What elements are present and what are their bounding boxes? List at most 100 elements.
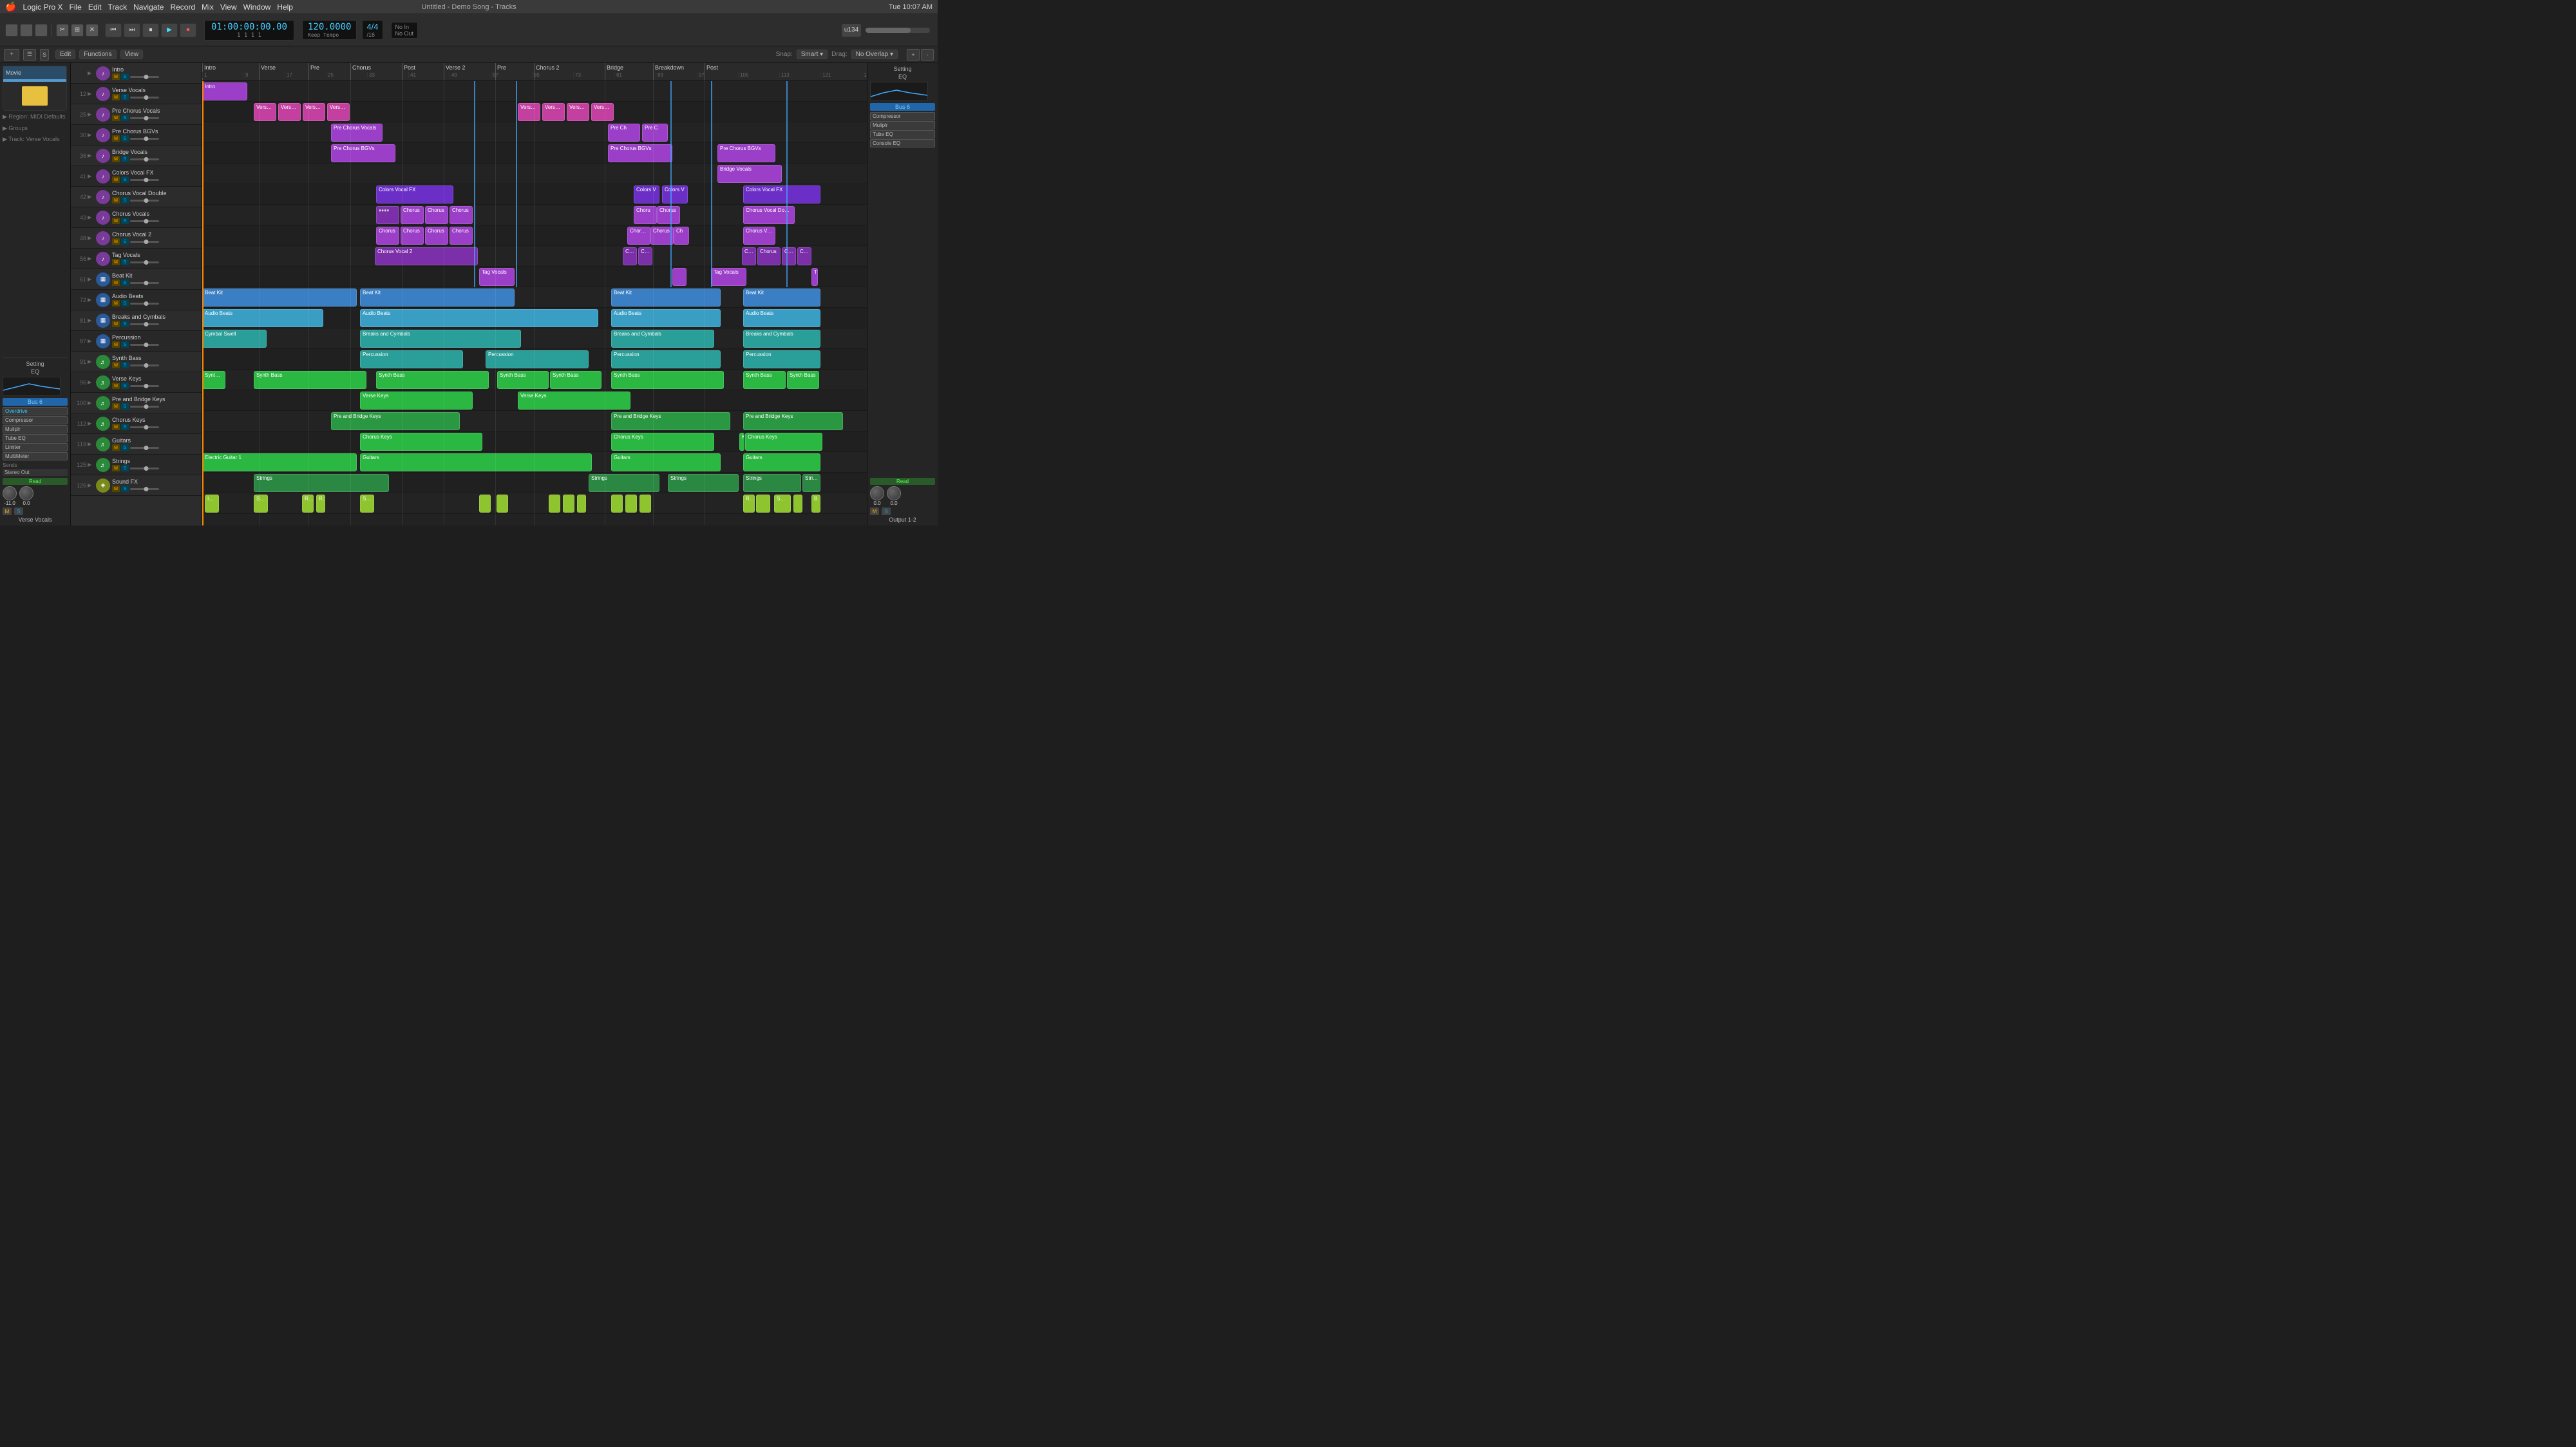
track-header-row[interactable]: 43▶♪Chorus VocalsMS xyxy=(71,207,202,228)
audio-region[interactable]: Chorus xyxy=(425,206,448,224)
toolbar-icon-6[interactable]: ✕ xyxy=(86,24,99,37)
track-header-row[interactable]: 112▶♬Chorus KeysMS xyxy=(71,413,202,434)
volume-fader[interactable] xyxy=(130,488,159,490)
bridge-vocals-region[interactable]: Bridge Vocals xyxy=(717,165,782,183)
audio-region[interactable]: Chorus xyxy=(425,227,448,245)
track-expand-arrow[interactable]: ▶ xyxy=(88,421,94,426)
volume-fader[interactable] xyxy=(130,344,159,346)
audio-region[interactable] xyxy=(625,495,637,513)
audio-region[interactable]: Chor xyxy=(638,247,652,265)
volume-fader[interactable] xyxy=(130,385,159,387)
solo-button[interactable]: S xyxy=(121,424,129,430)
audio-region[interactable]: Pre Chorus BGVs xyxy=(608,144,672,162)
volume-fader[interactable] xyxy=(130,97,159,99)
audio-region[interactable]: Verse Vo xyxy=(542,103,565,121)
setting-label-right[interactable]: Setting xyxy=(870,66,935,72)
audio-region[interactable]: Strings xyxy=(668,474,739,492)
mute-button[interactable]: M xyxy=(112,321,120,327)
mute-button[interactable]: M xyxy=(112,176,120,183)
audio-region[interactable]: Chor xyxy=(742,247,756,265)
track-expand-arrow[interactable]: ▶ xyxy=(88,317,94,323)
audio-region[interactable]: Percussion xyxy=(486,350,589,368)
audio-region[interactable]: Chorus Keys xyxy=(611,433,714,451)
volume-fader[interactable] xyxy=(130,76,159,78)
audio-region[interactable]: Synth Bass xyxy=(743,371,786,389)
audio-region[interactable]: Breaks and Cymbals xyxy=(743,330,820,348)
volume-fader[interactable] xyxy=(130,406,159,408)
volume-fader[interactable] xyxy=(130,282,159,284)
solo-button[interactable]: S xyxy=(121,94,129,100)
solo-button[interactable]: S xyxy=(121,176,129,183)
track-header-row[interactable]: 61▶▦Beat KitMS xyxy=(71,269,202,290)
menu-record[interactable]: Record xyxy=(170,3,195,12)
read-btn-l[interactable]: Read xyxy=(3,478,68,485)
zoom-out-button[interactable]: - xyxy=(921,49,934,61)
eq-display-left[interactable] xyxy=(3,377,61,396)
plugin-teq-r[interactable]: Tube EQ xyxy=(870,130,935,138)
solo-button[interactable]: S xyxy=(121,341,129,348)
volume-fader[interactable] xyxy=(130,364,159,366)
audio-region[interactable]: Verse Vo xyxy=(278,103,301,121)
audio-region[interactable]: K xyxy=(739,433,744,451)
audio-region[interactable]: Verse V xyxy=(303,103,325,121)
solo-button[interactable]: S xyxy=(121,486,129,492)
audio-region[interactable]: Synth Bass xyxy=(787,371,819,389)
audio-region[interactable]: Chorus xyxy=(376,227,399,245)
audio-region[interactable]: Guitars xyxy=(611,453,721,471)
audio-region[interactable]: Strings xyxy=(802,474,820,492)
in-out-display[interactable]: No In No Out xyxy=(391,22,419,39)
track-expand-arrow[interactable]: ▶ xyxy=(88,462,94,468)
solo-button[interactable]: S xyxy=(121,362,129,368)
solo-btn-r[interactable]: S xyxy=(882,507,891,515)
audio-region[interactable]: Reve xyxy=(302,495,314,513)
audio-region[interactable]: Colors Vocal FX xyxy=(743,185,820,203)
audio-region[interactable]: Strings xyxy=(589,474,659,492)
track-expand-arrow[interactable]: ▶ xyxy=(88,214,94,220)
audio-region[interactable]: Re xyxy=(316,495,325,513)
mute-button[interactable]: M xyxy=(112,341,120,348)
functions-button[interactable]: Functions xyxy=(79,50,116,59)
audio-region[interactable]: SFX 1 xyxy=(774,495,791,513)
position-display[interactable]: 01:00:00:00.00 1 1 1 1 xyxy=(204,20,294,41)
audio-region[interactable]: Tag Vocals xyxy=(711,268,746,286)
track-expand-arrow[interactable]: ▶ xyxy=(88,482,94,488)
mute-button[interactable]: M xyxy=(112,424,120,430)
audio-region[interactable]: Electric Guitar 1 xyxy=(202,453,357,471)
plugin-ceq-r[interactable]: Console EQ xyxy=(870,139,935,147)
track-expand-arrow[interactable]: ▶ xyxy=(88,297,94,303)
eq-label-left[interactable]: EQ xyxy=(3,368,68,375)
bpm-display[interactable]: 120.0000 Keep Tempo xyxy=(302,20,357,40)
rewind-button[interactable]: ⏮ xyxy=(105,23,122,37)
solo-button[interactable]: S xyxy=(121,444,129,451)
track-header-row[interactable]: 72▶▦Audio BeatsMS xyxy=(71,290,202,310)
audio-region[interactable]: Revers xyxy=(743,495,755,513)
pan-knob-r[interactable] xyxy=(887,486,901,500)
solo-button[interactable]: S xyxy=(121,238,129,245)
movie-thumbnail[interactable]: Movie xyxy=(3,66,67,111)
audio-region[interactable]: Pre and Bridge Keys xyxy=(743,412,843,430)
audio-region[interactable]: Colors Vocal FX xyxy=(376,185,453,203)
solo-btn-l[interactable]: S xyxy=(14,507,23,515)
audio-region[interactable]: Sound xyxy=(254,495,268,513)
plugin-overdrive[interactable]: Overdrive xyxy=(3,407,68,415)
track-header-row[interactable]: 96▶♬Verse KeysMS xyxy=(71,372,202,393)
menu-view[interactable]: View xyxy=(220,3,237,12)
audio-region[interactable]: Audio Beats xyxy=(743,309,820,327)
menu-help[interactable]: Help xyxy=(277,3,293,12)
audio-region[interactable]: Pre Chorus Vocals xyxy=(331,124,383,142)
volume-fader[interactable] xyxy=(130,241,159,243)
record-button[interactable]: ⏺ xyxy=(180,23,196,37)
audio-region[interactable]: Chorus Vocals xyxy=(743,227,775,245)
track-header-row[interactable]: 119▶♬GuitarsMS xyxy=(71,434,202,455)
track-expand-arrow[interactable]: ▶ xyxy=(88,173,94,179)
toolbar-icon-4[interactable]: ✂ xyxy=(56,24,69,37)
stereo-out-l[interactable]: Stereo Out xyxy=(3,469,68,476)
track-header-row[interactable]: 36▶♪Bridge VocalsMS xyxy=(71,146,202,166)
audio-region[interactable]: Synth Bass xyxy=(497,371,549,389)
mute-button[interactable]: M xyxy=(112,465,120,471)
track-expand-arrow[interactable]: ▶ xyxy=(88,235,94,241)
menu-edit[interactable]: Edit xyxy=(88,3,102,12)
track-expand-arrow[interactable]: ▶ xyxy=(88,194,94,200)
audio-region[interactable]: Chorus xyxy=(401,227,424,245)
audio-region[interactable]: Colors V xyxy=(662,185,688,203)
